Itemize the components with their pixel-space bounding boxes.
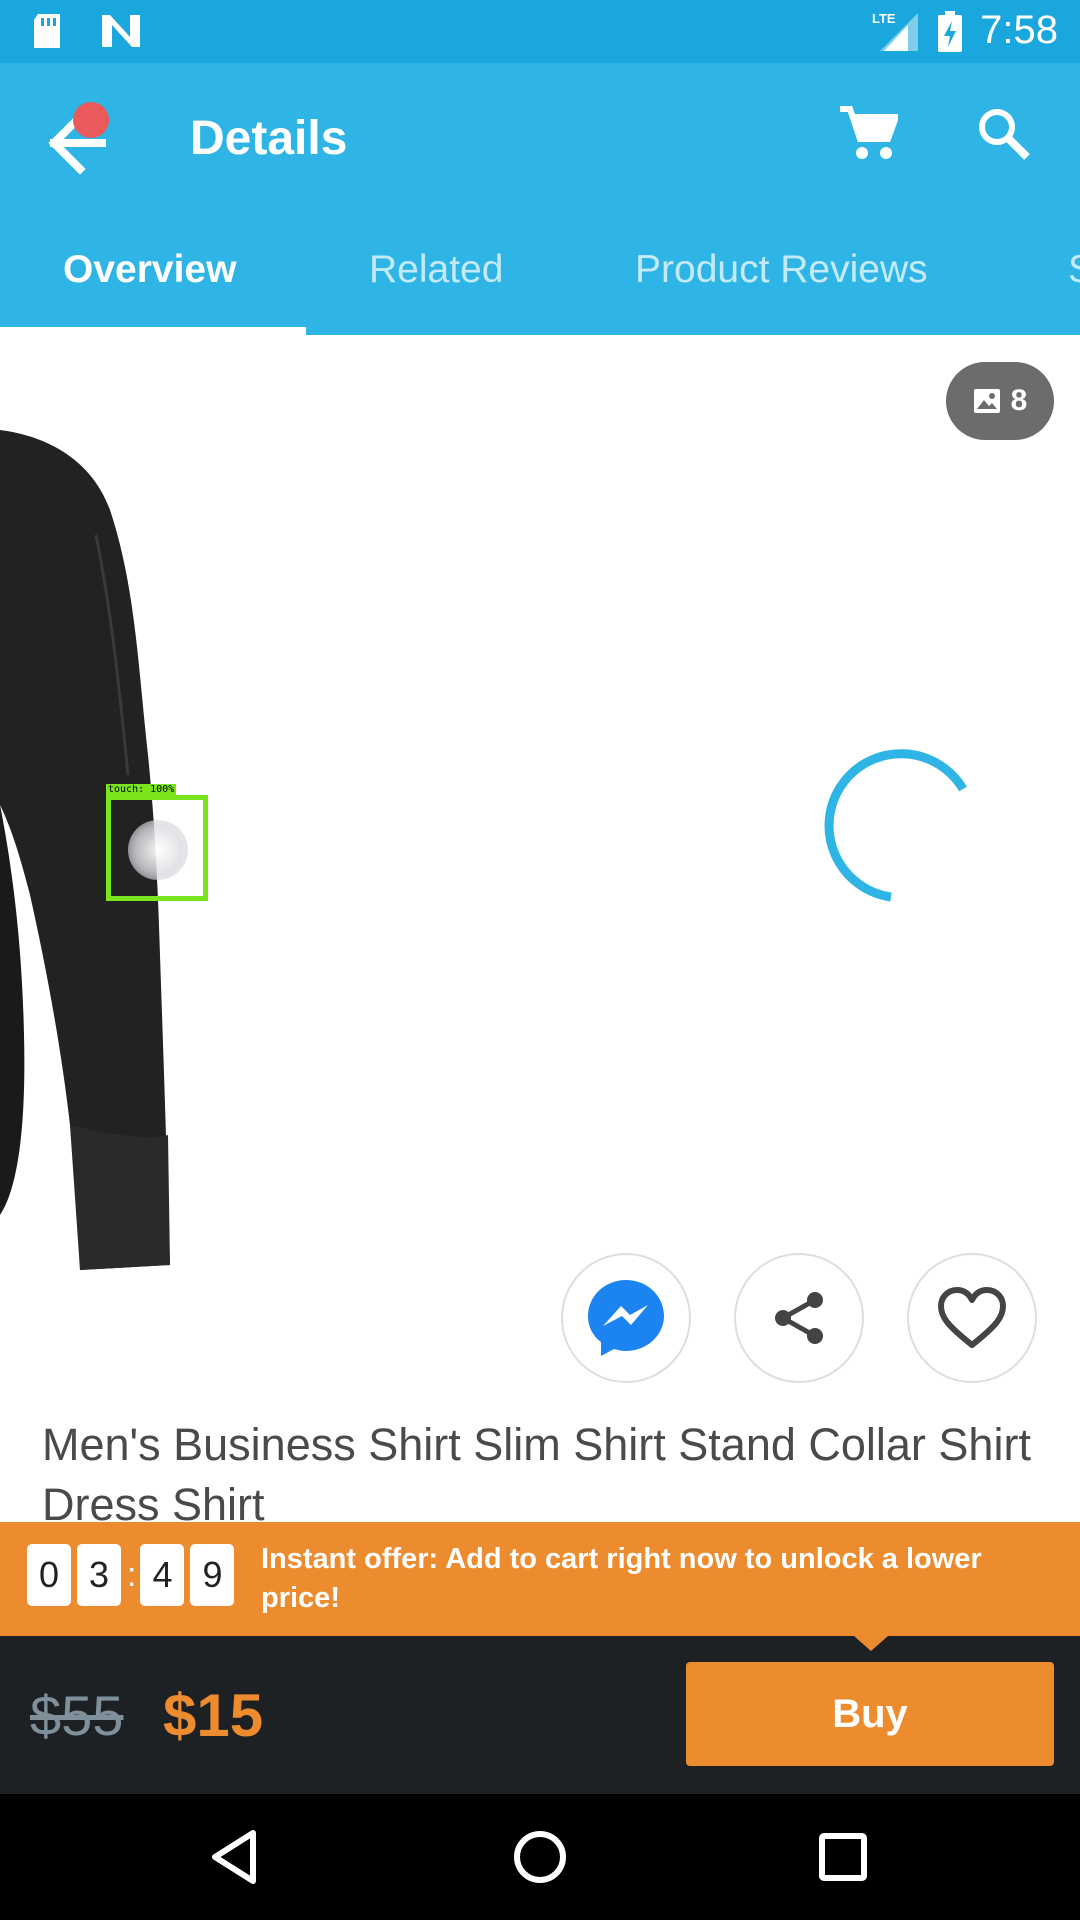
offer-pointer [854,1636,888,1651]
loading-spinner-icon [824,749,967,902]
instant-offer-banner[interactable]: 0 3 : 4 9 Instant offer: Add to cart rig… [0,1522,1080,1636]
tab-related[interactable]: Related [369,248,503,292]
tab-overflow[interactable]: S [1068,248,1080,292]
product-title: Men's Business Shirt Slim Shirt Stand Co… [42,1419,1031,1530]
countdown-digit: 4 [140,1544,185,1606]
page-title: Details [190,112,348,165]
purchase-bar: $55 $15 Buy [0,1636,1080,1794]
original-price: $55 [30,1684,124,1747]
sd-card-icon [34,14,60,48]
countdown-timer: 0 3 : 4 9 [27,1544,240,1606]
tab-overview[interactable]: Overview [63,248,236,292]
countdown-digit: 9 [190,1544,235,1606]
buy-button[interactable]: Buy [686,1662,1054,1766]
n-notification-icon [102,15,140,47]
recents-square-icon[interactable] [813,1827,873,1887]
share-button[interactable] [734,1253,864,1383]
touch-indicator-label: touch: 100% [106,784,177,795]
messenger-share-button[interactable] [561,1253,691,1383]
tab-indicator [0,327,306,335]
photo-count: 8 [1010,384,1028,417]
cart-icon [840,106,901,159]
countdown-separator: : [127,1555,137,1594]
offer-message: Instant offer: Add to cart right now to … [261,1543,982,1614]
tab-bar: Overview Related Product Reviews S [0,210,1080,335]
countdown-digit: 0 [27,1544,71,1606]
back-triangle-icon[interactable] [205,1827,265,1887]
cart-button[interactable] [838,105,904,171]
heart-icon [938,1287,1006,1348]
messenger-icon [588,1280,664,1356]
home-circle-icon[interactable] [510,1827,570,1887]
image-icon [973,389,1000,413]
tab-product-reviews[interactable]: Product Reviews [635,248,928,292]
svg-text:LTE: LTE [872,11,896,26]
notification-dot [73,102,109,138]
system-nav-bar [0,1794,1080,1920]
photo-count-badge[interactable]: 8 [946,362,1054,440]
lte-signal-icon: LTE [872,11,919,51]
search-icon [979,109,1030,160]
share-icon [775,1292,823,1344]
status-bar: LTE 7:58 [0,0,1080,63]
sale-price: $15 [163,1682,264,1749]
clock: 7:58 [980,8,1058,52]
app-bar: Details Overview Related Product Reviews… [0,63,1080,335]
search-button[interactable] [975,105,1041,171]
countdown-digit: 3 [77,1544,121,1606]
favorite-button[interactable] [907,1253,1037,1383]
battery-charging-icon [938,10,963,52]
touch-point [128,820,188,880]
